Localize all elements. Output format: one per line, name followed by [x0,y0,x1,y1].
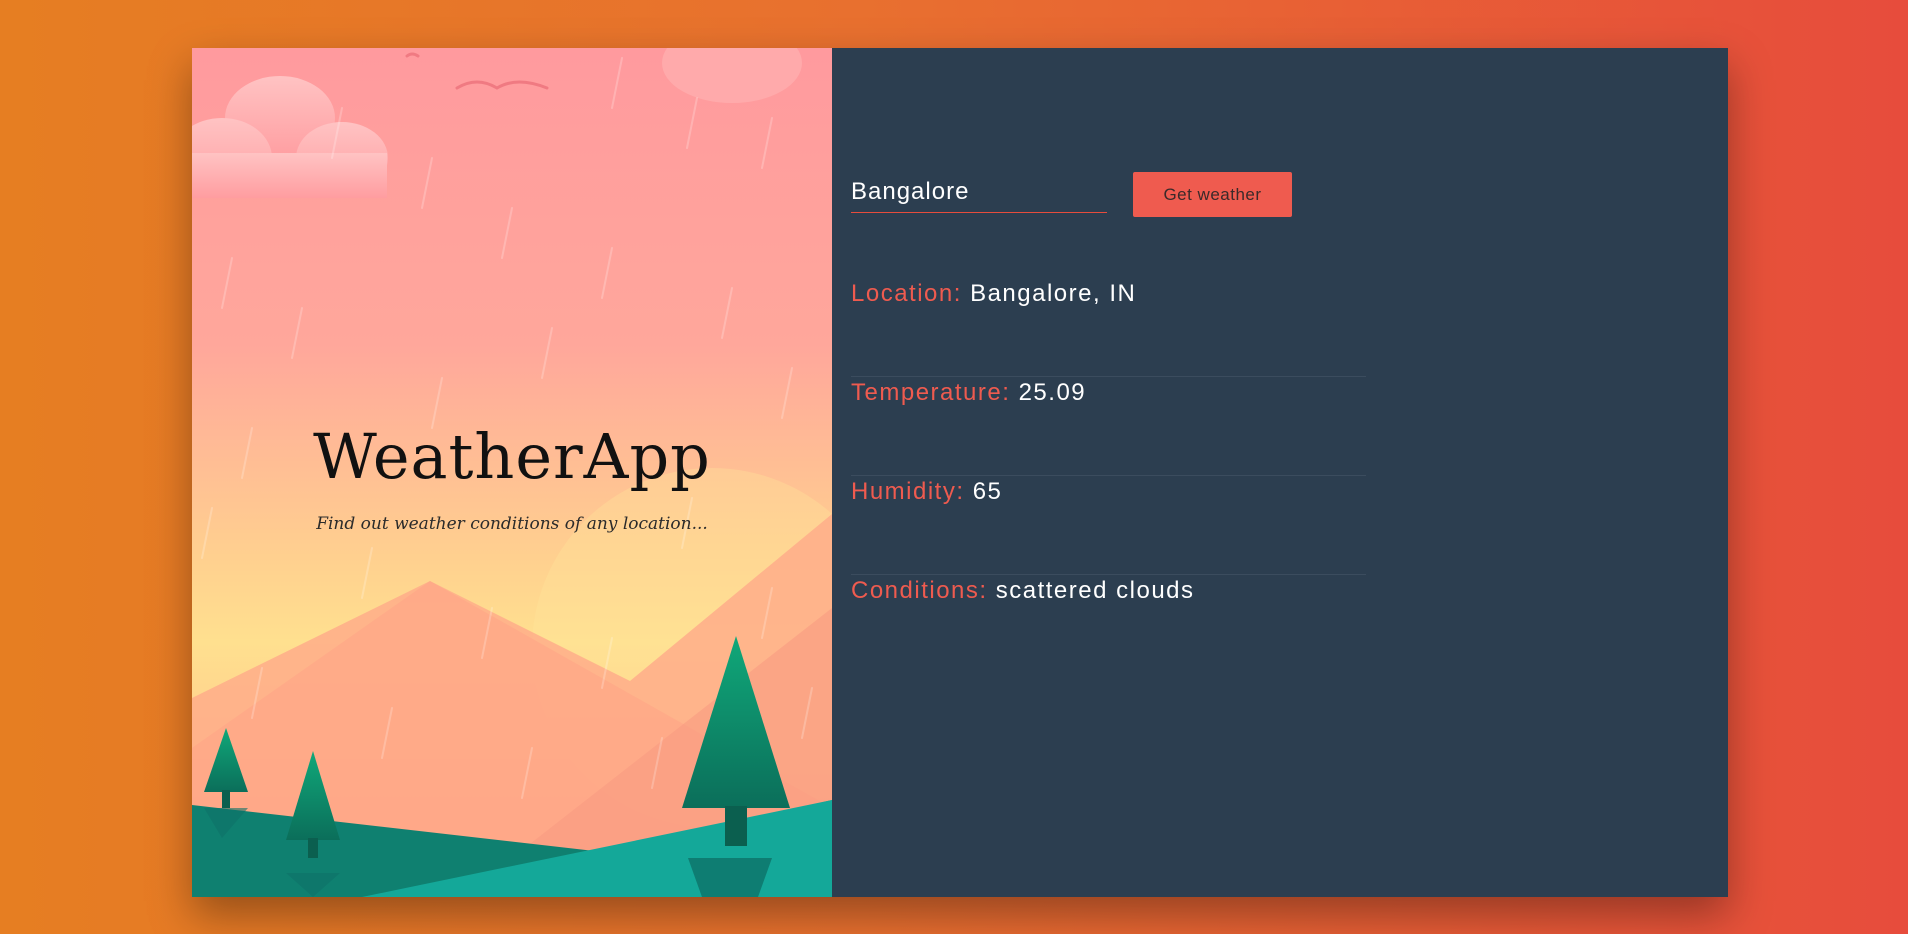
app-subtitle: Find out weather conditions of any locat… [316,514,708,534]
temperature-label: Temperature: [851,379,1019,406]
location-label: Location: [851,280,971,307]
search-form: Get weather [851,172,1292,217]
weather-card: WeatherApp Find out weather conditions o… [192,48,1728,897]
city-input[interactable] [851,172,1107,213]
humidity-row: Humidity: 65 [851,476,1366,575]
temperature-value: 25.09 [1018,379,1087,406]
app-title: WeatherApp [313,420,711,493]
brand-block: WeatherApp Find out weather conditions o… [192,420,832,535]
get-weather-button[interactable]: Get weather [1133,172,1292,217]
conditions-value: scattered clouds [995,577,1195,604]
conditions-row: Conditions: scattered clouds [851,575,1366,674]
temperature-row: Temperature: 25.09 [851,377,1366,476]
humidity-value: 65 [972,478,1003,505]
illustration-panel: WeatherApp Find out weather conditions o… [192,48,832,897]
humidity-label: Humidity: [851,478,973,505]
conditions-label: Conditions: [851,577,996,604]
weather-info-list: Location: Bangalore, IN Temperature: 25.… [851,278,1366,674]
location-value: Bangalore, IN [970,280,1137,307]
weather-panel: Get weather Location: Bangalore, IN Temp… [832,48,1728,897]
location-row: Location: Bangalore, IN [851,278,1366,377]
